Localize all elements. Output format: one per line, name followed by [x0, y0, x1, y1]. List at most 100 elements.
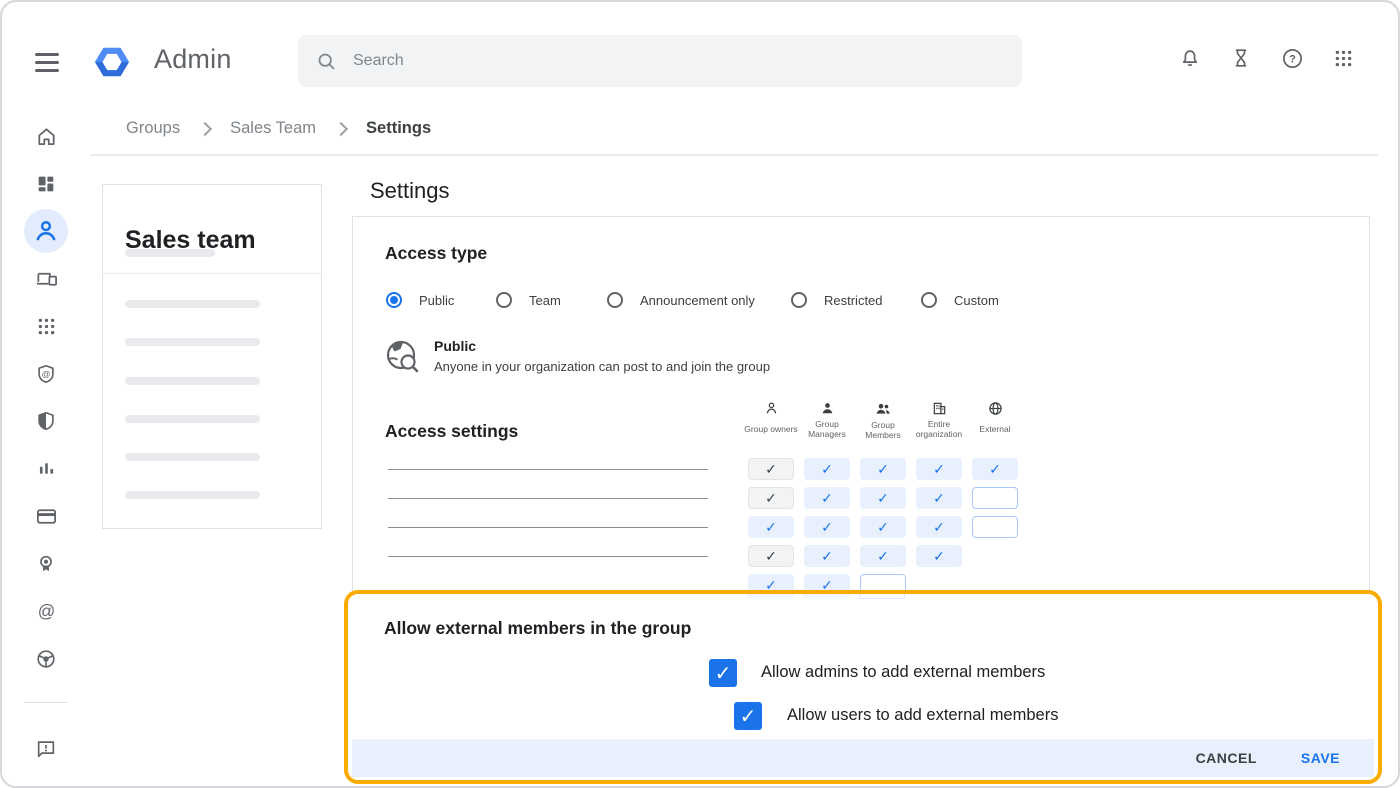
access-checkbox-r1c5[interactable]: ✓ — [972, 458, 1018, 480]
breadcrumb-item-sales-team[interactable]: Sales Team — [230, 119, 316, 138]
access-checkbox-r3c2[interactable]: ✓ — [804, 516, 850, 538]
access-checkbox-r2c3[interactable]: ✓ — [860, 487, 906, 509]
access-checkbox-r1c4[interactable]: ✓ — [916, 458, 962, 480]
page-title: Settings — [370, 178, 450, 204]
setting-row-line — [388, 498, 708, 499]
search-bar[interactable] — [298, 35, 1022, 87]
people-icon — [875, 401, 891, 417]
home-icon — [35, 125, 58, 148]
setting-row-line — [388, 527, 708, 528]
radio-option-announcement-only[interactable]: Announcement only — [607, 292, 755, 308]
hourglass-icon — [1230, 47, 1252, 69]
sidebar-item-dashboard[interactable] — [24, 162, 68, 206]
sidebar-item-directory[interactable] — [24, 209, 68, 253]
help-icon: ? — [1281, 47, 1304, 70]
badge-icon — [35, 553, 57, 575]
access-checkbox-r4c4[interactable]: ✓ — [916, 545, 962, 567]
topbar-button-notifications[interactable] — [1178, 46, 1202, 70]
access-checkbox-r4c3[interactable]: ✓ — [860, 545, 906, 567]
sidebar-item-certificate[interactable] — [24, 542, 68, 586]
access-checkbox-r3c1[interactable]: ✓ — [748, 516, 794, 538]
radio-label: Team — [529, 293, 561, 308]
radio-unselected[interactable] — [921, 292, 937, 308]
credit-card-icon — [35, 505, 58, 528]
radio-option-custom[interactable]: Custom — [921, 292, 999, 308]
column-header-group-members: Group Members — [855, 401, 911, 440]
radio-unselected[interactable] — [791, 292, 807, 308]
access-checkbox-r2c2[interactable]: ✓ — [804, 487, 850, 509]
breadcrumb-item-groups[interactable]: Groups — [126, 119, 180, 138]
chevron-right-icon — [334, 122, 348, 136]
radio-option-restricted[interactable]: Restricted — [791, 292, 883, 308]
access-grid: ✓✓✓✓✓✓✓✓✓✓✓✓✓✓✓✓✓✓✓ — [748, 458, 1018, 596]
access-checkbox-r4c2[interactable]: ✓ — [804, 545, 850, 567]
access-checkbox-r2c5[interactable] — [972, 487, 1018, 509]
sidebar-divider — [24, 702, 68, 703]
topbar-button-apps[interactable] — [1331, 46, 1355, 70]
access-checkbox-r3c4[interactable]: ✓ — [916, 516, 962, 538]
admin-console-window: Admin ? Groups Sales Team Settings @ @ Sale… — [0, 0, 1400, 788]
breadcrumb-item-settings: Settings — [366, 119, 431, 138]
sidebar-item-billing[interactable] — [24, 494, 68, 538]
sidebar-item-home[interactable] — [24, 114, 68, 158]
sidebar-item-feedback[interactable] — [24, 727, 68, 771]
menu-button[interactable] — [35, 53, 59, 72]
grid-row-sliver — [859, 594, 905, 599]
admin-logo-icon — [93, 43, 131, 81]
checkbox-allow-admins-to-add-external-members[interactable]: ✓ — [709, 659, 737, 687]
sidebar-item-navigation[interactable] — [24, 637, 68, 681]
app-title: Admin — [154, 44, 232, 75]
radio-label: Custom — [954, 293, 999, 308]
access-checkbox-r1c1[interactable]: ✓ — [748, 458, 794, 480]
access-checkbox-r4c1[interactable]: ✓ — [748, 545, 794, 567]
save-button[interactable]: SAVE — [1301, 750, 1340, 766]
building-icon — [932, 401, 947, 416]
shield-at-icon: @ — [35, 363, 57, 385]
panel-divider — [103, 273, 321, 274]
column-label: External — [979, 419, 1010, 439]
access-settings-heading: Access settings — [385, 421, 518, 442]
access-checkbox-r3c3[interactable]: ✓ — [860, 516, 906, 538]
access-checkbox-r3c5[interactable] — [972, 516, 1018, 538]
sidebar-item-domains[interactable]: @ — [24, 589, 68, 633]
access-checkbox-r2c4[interactable]: ✓ — [916, 487, 962, 509]
access-type-heading: Access type — [385, 243, 487, 264]
sidebar-item-security[interactable] — [24, 399, 68, 443]
globe-icon — [988, 401, 1003, 416]
topbar-button-help[interactable]: ? — [1280, 46, 1304, 70]
external-members-heading: Allow external members in the group — [384, 618, 691, 639]
sidebar-item-reporting[interactable] — [24, 447, 68, 491]
column-header-external: External — [967, 401, 1023, 440]
access-checkbox-r1c3[interactable]: ✓ — [860, 458, 906, 480]
column-label: Group Managers — [799, 419, 855, 439]
radio-option-public[interactable]: Public — [386, 292, 454, 308]
access-checkbox-r2c1[interactable]: ✓ — [748, 487, 794, 509]
devices-icon — [35, 267, 58, 290]
placeholder-line — [125, 377, 260, 385]
access-checkbox-r1c2[interactable]: ✓ — [804, 458, 850, 480]
globe-search-icon — [383, 337, 423, 377]
checkbox-allow-users-to-add-external-members[interactable]: ✓ — [734, 702, 762, 730]
column-header-entire-organization: Entire organization — [911, 401, 967, 440]
column-label: Entire organization — [911, 419, 967, 439]
access-grid-headers: Group ownersGroup ManagersGroup MembersE… — [743, 401, 1023, 440]
search-input[interactable] — [351, 51, 955, 71]
placeholder-line — [125, 415, 260, 423]
steering-wheel-icon — [35, 648, 57, 670]
radio-selected[interactable] — [386, 292, 402, 308]
radio-unselected[interactable] — [607, 292, 623, 308]
sidebar-item-apps[interactable] — [24, 304, 68, 348]
breadcrumb: Groups Sales Team Settings — [126, 119, 431, 138]
sidebar-item-account-shield[interactable]: @ — [24, 352, 68, 396]
cancel-button[interactable]: CANCEL — [1196, 750, 1257, 766]
column-header-group-managers: Group Managers — [799, 401, 855, 440]
shield-icon — [35, 410, 57, 432]
sidebar-item-devices[interactable] — [24, 257, 68, 301]
selected-access-title: Public — [434, 338, 476, 354]
svg-text:@: @ — [42, 368, 51, 378]
topbar-button-hourglass[interactable] — [1229, 46, 1253, 70]
column-label: Group owners — [744, 419, 797, 439]
radio-unselected[interactable] — [496, 292, 512, 308]
radio-option-team[interactable]: Team — [496, 292, 561, 308]
apps-grid-icon — [1333, 48, 1354, 69]
